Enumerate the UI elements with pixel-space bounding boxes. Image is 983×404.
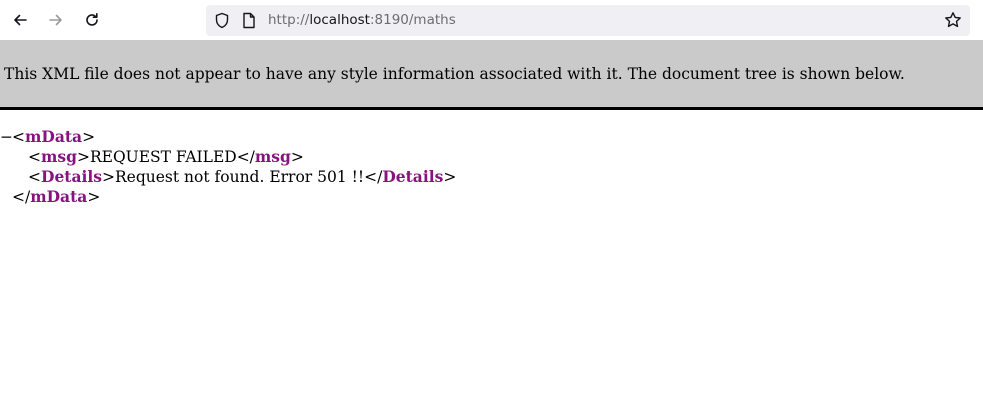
xml-info-message: This XML file does not appear to have an…	[4, 65, 905, 83]
xml-bracket: <	[12, 128, 25, 146]
url-text[interactable]: http://localhost:8190/maths	[268, 12, 456, 29]
url-scheme: http://	[268, 12, 310, 28]
shield-icon[interactable]	[214, 12, 230, 29]
url-path: :8190/maths	[369, 12, 456, 28]
xml-info-banner: This XML file does not appear to have an…	[0, 40, 983, 110]
xml-child-line-msg: <msg>REQUEST FAILED</msg>	[0, 147, 456, 167]
xml-root-tag-close: mData	[30, 187, 88, 206]
xml-root-tag-open: mData	[25, 127, 83, 146]
xml-root-close-line: </mData>	[0, 187, 456, 207]
xml-bracket: >	[82, 128, 96, 146]
xml-msg-tag-open: msg	[41, 147, 77, 166]
arrow-left-icon	[14, 14, 27, 26]
xml-msg-text: REQUEST FAILED	[89, 148, 237, 166]
browser-toolbar: http://localhost:8190/maths	[0, 0, 983, 40]
xml-details-tag-close: Details	[382, 167, 444, 186]
xml-bracket: >	[102, 168, 116, 186]
xml-bracket: </	[236, 148, 255, 166]
url-host: localhost	[309, 12, 370, 28]
xml-details-text: Request not found. Error 501 !!	[115, 168, 365, 186]
xml-bracket: </	[12, 188, 31, 206]
xml-details-tag-open: Details	[41, 167, 103, 186]
address-bar[interactable]: http://localhost:8190/maths	[206, 5, 970, 36]
back-button[interactable]	[6, 6, 34, 34]
xml-msg-tag-close: msg	[254, 147, 291, 166]
xml-root-open-line: − <mData>	[0, 127, 456, 147]
xml-bracket: >	[290, 148, 304, 166]
reload-icon	[86, 13, 98, 26]
page-icon[interactable]	[242, 12, 256, 29]
collapse-toggle[interactable]: −	[0, 127, 13, 147]
xml-bracket: >	[87, 188, 101, 206]
bookmark-star-icon[interactable]	[944, 11, 962, 29]
xml-child-line-details: <Details>Request not found. Error 501 !!…	[0, 167, 456, 187]
xml-tree: − <mData> <msg>REQUEST FAILED</msg> <Det…	[0, 127, 456, 207]
forward-button[interactable]	[42, 6, 70, 34]
xml-bracket: <	[28, 148, 41, 166]
xml-bracket: >	[443, 168, 457, 186]
arrow-right-icon	[49, 14, 62, 26]
reload-button[interactable]	[78, 6, 106, 34]
xml-bracket: >	[76, 148, 90, 166]
xml-bracket: </	[364, 168, 383, 186]
xml-bracket: <	[28, 168, 41, 186]
